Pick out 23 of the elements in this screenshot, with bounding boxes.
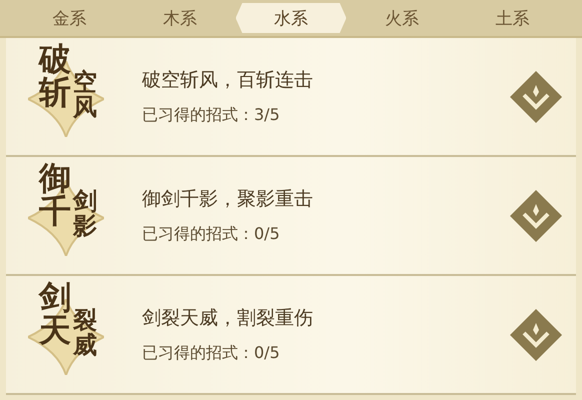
element-tab[interactable]: 水系 bbox=[236, 3, 346, 33]
learned-moves-count: 已习得的招式：0/5 bbox=[142, 224, 281, 245]
emblem-character: 天 bbox=[39, 314, 71, 348]
element-tab[interactable]: 土系 bbox=[457, 3, 568, 33]
emblem-character: 破 bbox=[39, 42, 71, 76]
emblem-character: 风 bbox=[73, 94, 97, 119]
emblem-character: 裂 bbox=[73, 306, 97, 332]
emblem-character: 斩 bbox=[39, 76, 71, 110]
emblem-character: 御 bbox=[39, 162, 71, 196]
emblem-character: 影 bbox=[73, 212, 97, 238]
element-tab[interactable]: 火系 bbox=[346, 3, 458, 33]
skill-title: 御剑千影，聚影重击 bbox=[142, 187, 314, 212]
learned-moves-count: 已习得的招式：3/5 bbox=[142, 105, 281, 126]
emblem-character: 剑 bbox=[39, 280, 71, 314]
emblem-character: 剑 bbox=[73, 188, 97, 213]
skill-title: 剑裂天威，割裂重伤 bbox=[142, 306, 314, 331]
emblem-character: 威 bbox=[73, 332, 97, 357]
skill-title: 破空斩风，百斩连击 bbox=[142, 68, 314, 93]
learned-moves-count: 已习得的招式：0/5 bbox=[142, 343, 281, 364]
element-tab[interactable]: 木系 bbox=[124, 3, 236, 33]
emblem-character: 空 bbox=[73, 68, 97, 94]
element-tab[interactable]: 金系 bbox=[14, 3, 125, 33]
emblem-character: 千 bbox=[39, 195, 71, 229]
